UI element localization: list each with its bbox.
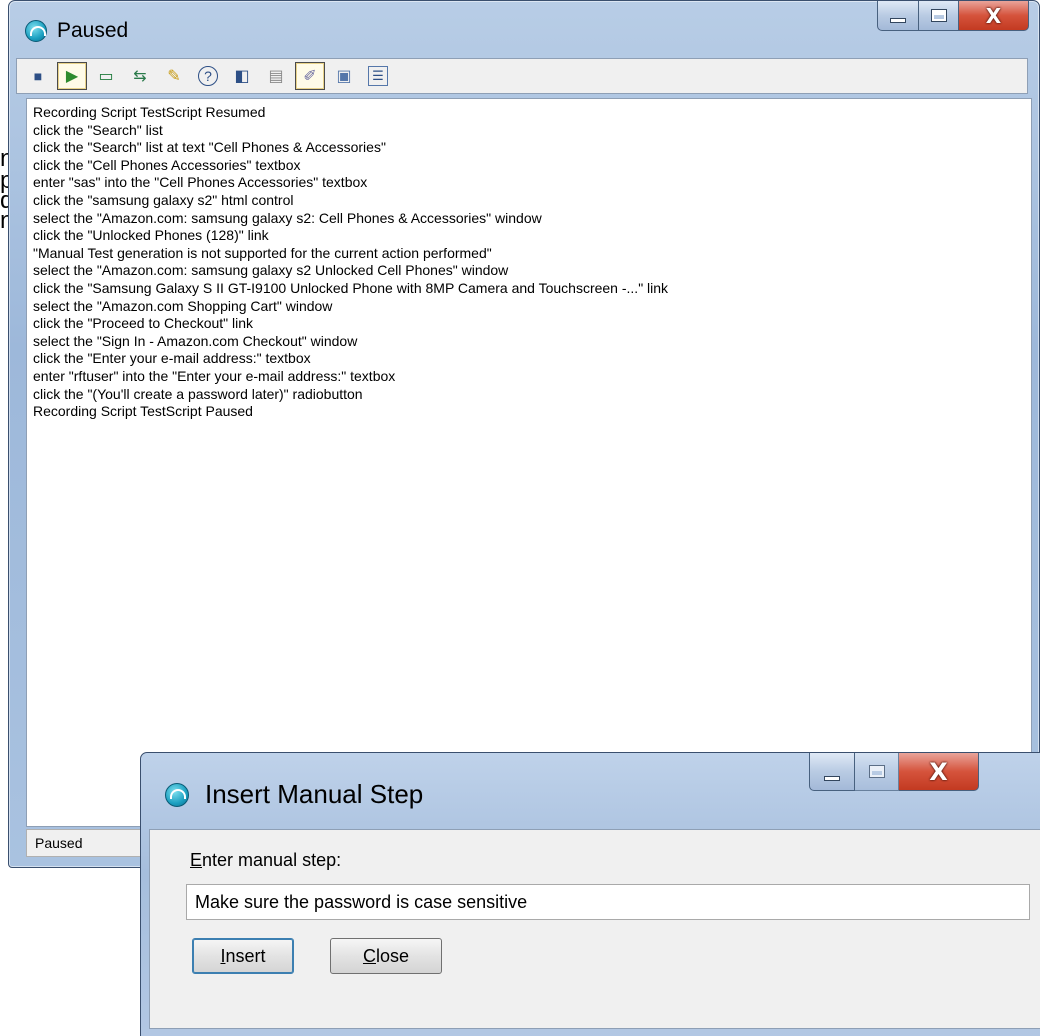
close-icon: X bbox=[985, 3, 1002, 28]
dialog-title-bar[interactable]: Insert Manual Step X bbox=[141, 753, 1040, 823]
save-button[interactable]: ▣ bbox=[329, 62, 359, 90]
close-icon: X bbox=[929, 757, 948, 786]
log-line: click the "Proceed to Checkout" link bbox=[33, 315, 254, 332]
log-line: click the "Search" list bbox=[33, 121, 163, 138]
help-button[interactable]: ? bbox=[193, 62, 223, 90]
toolbar: ■ ▶ ▭ ⇆ ✎ ? ◧ ▤ ✐ ▣ ☰ bbox=[16, 58, 1028, 94]
log-line: click the "(You'll create a password lat… bbox=[33, 385, 363, 402]
dialog-maximize-button[interactable] bbox=[855, 753, 899, 791]
window-title: Paused bbox=[57, 19, 129, 42]
resume-recording-button[interactable]: ▶ bbox=[57, 62, 87, 90]
log-line: "Manual Test generation is not supported… bbox=[33, 244, 492, 261]
log-line: Recording Script TestScript Paused bbox=[33, 403, 253, 420]
log-line: select the "Amazon.com: samsung galaxy s… bbox=[33, 209, 542, 226]
log-line: click the "Unlocked Phones (128)" link bbox=[33, 227, 269, 244]
script-support-button[interactable]: ✎ bbox=[159, 62, 189, 90]
close-button[interactable]: X bbox=[959, 1, 1029, 31]
minimize-icon bbox=[824, 776, 840, 781]
maximize-icon bbox=[868, 765, 885, 778]
stop-icon: ■ bbox=[33, 68, 43, 84]
toggle-panel-button[interactable]: ◧ bbox=[227, 62, 257, 90]
label-text: nter manual step: bbox=[202, 850, 342, 870]
eraser-icon: ✐ bbox=[303, 68, 317, 85]
maximize-button[interactable] bbox=[919, 1, 959, 31]
stop-recording-button[interactable]: ■ bbox=[23, 62, 53, 90]
title-bar[interactable]: Paused X bbox=[9, 1, 1039, 57]
close-dialog-button[interactable]: Close bbox=[330, 938, 442, 974]
data-driven-icon: ⇆ bbox=[133, 68, 147, 85]
options-button[interactable]: ☰ bbox=[363, 62, 393, 90]
close-mnemonic: C bbox=[362, 945, 376, 966]
dialog-minimize-button[interactable] bbox=[809, 753, 855, 791]
manual-step-label: Enter manual step: bbox=[190, 850, 341, 871]
log-line: click the "Enter your e-mail address:" t… bbox=[33, 350, 311, 367]
verification-point-icon: ▭ bbox=[98, 68, 114, 85]
steering-wheel-icon bbox=[25, 20, 47, 42]
insert-button[interactable]: Insert bbox=[192, 938, 294, 974]
copy-icon: ▤ bbox=[268, 68, 284, 85]
log-line: select the "Amazon.com: samsung galaxy s… bbox=[33, 262, 509, 279]
close-label: lose bbox=[375, 945, 410, 966]
label-mnemonic: E bbox=[190, 850, 203, 870]
help-icon: ? bbox=[198, 66, 218, 86]
dialog-title: Insert Manual Step bbox=[205, 779, 424, 809]
log-line: enter "rftuser" into the "Enter your e-m… bbox=[33, 367, 396, 384]
log-line: click the "Cell Phones Accessories" text… bbox=[33, 156, 301, 173]
copy-button[interactable]: ▤ bbox=[261, 62, 291, 90]
list-icon: ☰ bbox=[368, 66, 388, 86]
caption-buttons: X bbox=[877, 1, 1029, 33]
log-line: click the "samsung galaxy s2" html contr… bbox=[33, 191, 294, 208]
log-line: select the "Amazon.com Shopping Cart" wi… bbox=[33, 297, 333, 314]
minimize-button[interactable] bbox=[877, 1, 919, 31]
steering-wheel-icon bbox=[165, 783, 189, 807]
insert-verification-button[interactable]: ▭ bbox=[91, 62, 121, 90]
log-line: enter "sas" into the "Cell Phones Access… bbox=[33, 174, 368, 191]
log-line: click the "Samsung Galaxy S II GT-I9100 … bbox=[33, 279, 669, 296]
recording-monitor-window: Paused X ■ ▶ ▭ ⇆ ✎ ? ◧ ▤ ✐ ▣ ☰ Recording… bbox=[8, 0, 1040, 868]
resume-icon: ▶ bbox=[65, 68, 79, 85]
save-icon: ▣ bbox=[336, 68, 352, 85]
log-line: Recording Script TestScript Resumed bbox=[33, 104, 266, 120]
panel-icon: ◧ bbox=[234, 68, 250, 85]
log-line: click the "Search" list at text "Cell Ph… bbox=[33, 139, 386, 156]
minimize-icon bbox=[890, 18, 906, 23]
log-line: select the "Sign In - Amazon.com Checkou… bbox=[33, 332, 358, 349]
dialog-close-button[interactable]: X bbox=[899, 753, 979, 791]
insert-label: nsert bbox=[225, 945, 266, 966]
dialog-caption-buttons: X bbox=[809, 753, 979, 791]
recording-log[interactable]: Recording Script TestScript Resumed click… bbox=[26, 98, 1032, 827]
status-text: Paused bbox=[35, 835, 83, 851]
insert-data-driven-button[interactable]: ⇆ bbox=[125, 62, 155, 90]
insert-manual-step-button[interactable]: ✐ bbox=[295, 62, 325, 90]
manual-step-input[interactable] bbox=[186, 884, 1030, 920]
script-support-icon: ✎ bbox=[167, 68, 181, 85]
maximize-icon bbox=[930, 9, 947, 22]
